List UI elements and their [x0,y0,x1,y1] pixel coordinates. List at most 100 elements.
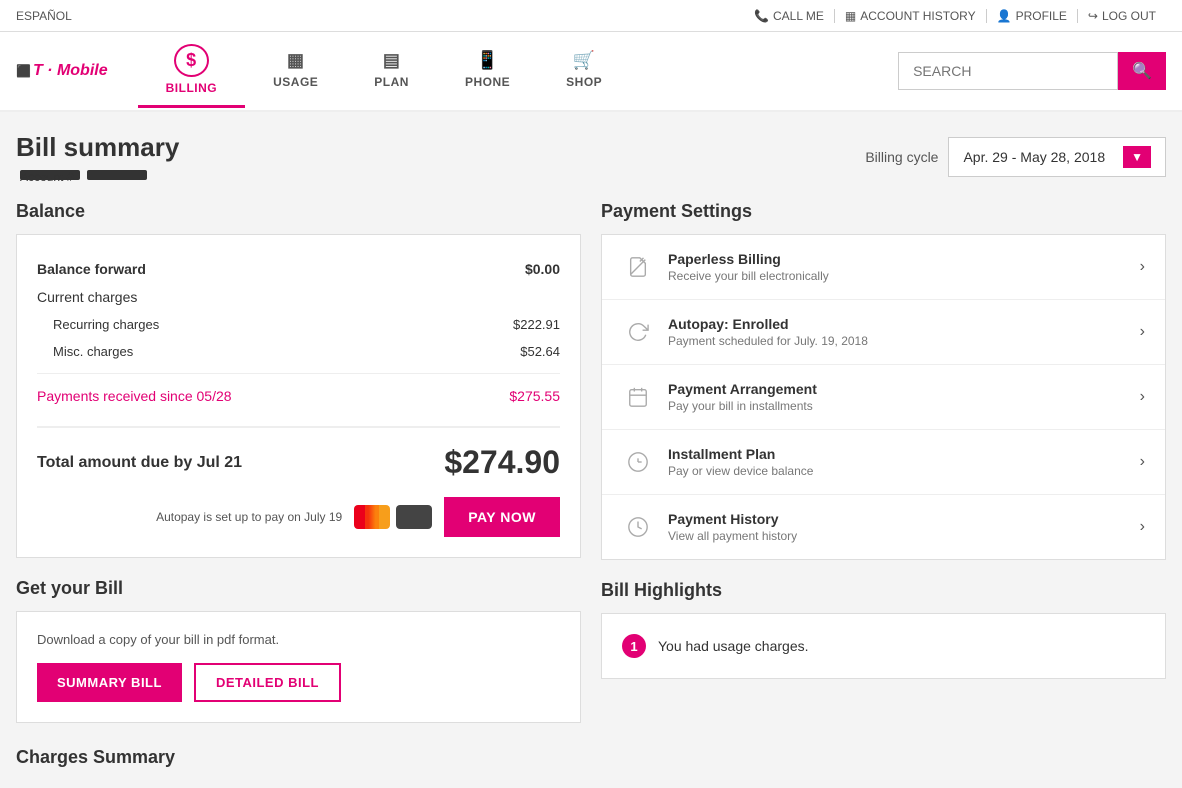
history-clock-icon [622,511,654,543]
language-switcher[interactable]: ESPAÑOL [16,9,72,23]
balance-section-title: Balance [16,201,581,222]
bill-buttons: SUMMARY BILL DETAILED BILL [37,663,560,702]
profile-icon: 👤 [997,9,1012,23]
paperless-chevron-icon: › [1140,258,1145,276]
arrangement-content: Payment Arrangement Pay your bill in ins… [668,381,1140,413]
mastercard-icon [354,505,390,529]
card-icons [354,505,432,529]
tmobile-logo: ⬛ T · Mobile [16,62,108,80]
account-history-label: ACCOUNT HISTORY [860,9,975,23]
history-desc: View all payment history [668,529,1140,543]
main-two-col: Balance Balance forward $0.00 Current ch… [16,201,1166,768]
arrangement-icon [622,381,654,413]
history-icon: ▦ [845,9,856,23]
phone-icon: 📱 [476,50,499,71]
installment-desc: Pay or view device balance [668,464,1140,478]
current-charges-label: Current charges [37,289,137,305]
get-bill-desc: Download a copy of your bill in pdf form… [37,632,560,647]
payment-settings-section: Payment Settings [601,201,1166,560]
payments-label: Payments received since 05/28 [37,388,232,404]
billing-cycle-dropdown[interactable]: Apr. 29 - May 28, 2018 ▼ [948,137,1166,177]
usage-label: USAGE [273,75,318,89]
shop-label: SHOP [566,75,602,89]
usage-icon: ▦ [287,50,305,71]
paperless-title: Paperless Billing [668,251,1140,267]
page-title-section: Bill summary Account # [16,132,179,181]
search-button[interactable]: 🔍 [1118,52,1166,90]
recurring-charges-row: Recurring charges $222.91 [37,311,560,338]
misc-charges-value: $52.64 [520,344,560,359]
recurring-charges-label: Recurring charges [53,317,159,332]
logout-btn[interactable]: ↪ LOG OUT [1078,9,1166,23]
highlight-item: 1 You had usage charges. [622,634,1145,658]
nav-items: $ BILLING ▦ USAGE ▤ PLAN 📱 PHONE 🛒 SHOP [138,34,898,108]
top-bar: ESPAÑOL 📞 CALL ME ▦ ACCOUNT HISTORY 👤 PR… [0,0,1182,32]
profile-btn[interactable]: 👤 PROFILE [987,9,1078,23]
highlight-badge: 1 [622,634,646,658]
paperless-content: Paperless Billing Receive your bill elec… [668,251,1140,283]
nav-plan[interactable]: ▤ PLAN [346,34,437,108]
nav-billing[interactable]: $ BILLING [138,34,246,108]
nav-phone[interactable]: 📱 PHONE [437,34,538,108]
charges-summary-title: Charges Summary [16,747,581,768]
page-header: Bill summary Account # Billing cycle Apr… [16,132,1166,181]
language-label[interactable]: ESPAÑOL [16,9,72,23]
total-amount: $274.90 [444,444,560,481]
paperless-billing-item[interactable]: Paperless Billing Receive your bill elec… [602,235,1165,300]
billing-cycle-selector[interactable]: Billing cycle Apr. 29 - May 28, 2018 ▼ [865,137,1166,177]
highlights-card: 1 You had usage charges. [601,613,1166,679]
billing-cycle-value: Apr. 29 - May 28, 2018 [963,149,1105,165]
get-bill-card: Download a copy of your bill in pdf form… [16,611,581,723]
installment-icon [622,446,654,478]
call-me-label: CALL ME [773,9,824,23]
history-content: Payment History View all payment history [668,511,1140,543]
pay-now-button[interactable]: PAY NOW [444,497,560,537]
nav-shop[interactable]: 🛒 SHOP [538,34,630,108]
page-content: Bill summary Account # Billing cycle Apr… [0,112,1182,788]
billing-icon: $ [186,50,197,70]
payment-history-item[interactable]: Payment History View all payment history… [602,495,1165,559]
autopay-title: Autopay: Enrolled [668,316,1140,332]
account-number: Account # [16,167,179,181]
installment-title: Installment Plan [668,446,1140,462]
current-charges-row: Current charges [37,283,560,311]
recurring-charges-value: $222.91 [513,317,560,332]
call-me-btn[interactable]: 📞 CALL ME [744,9,835,23]
shop-icon: 🛒 [573,50,596,71]
highlight-text: You had usage charges. [658,638,809,654]
arrangement-desc: Pay your bill in installments [668,399,1140,413]
arrangement-chevron-icon: › [1140,388,1145,406]
card-dark-icon [396,505,432,529]
search-input[interactable] [898,52,1118,90]
misc-charges-row: Misc. charges $52.64 [37,338,560,365]
balance-forward-value: $0.00 [525,261,560,277]
highlights-title: Bill Highlights [601,580,1166,601]
billing-circle: $ [174,44,209,77]
charges-summary: Charges Summary [16,747,581,768]
installment-chevron-icon: › [1140,453,1145,471]
get-bill-section: Get your Bill Download a copy of your bi… [16,578,581,723]
summary-bill-button[interactable]: SUMMARY BILL [37,663,182,702]
history-chevron-icon: › [1140,518,1145,536]
phone-label: PHONE [465,75,510,89]
autopay-item[interactable]: Autopay: Enrolled Payment scheduled for … [602,300,1165,365]
installment-plan-item[interactable]: Installment Plan Pay or view device bala… [602,430,1165,495]
nav-usage[interactable]: ▦ USAGE [245,34,346,108]
misc-charges-label: Misc. charges [53,344,133,359]
billing-cycle-label: Billing cycle [865,149,938,165]
account-history-btn[interactable]: ▦ ACCOUNT HISTORY [835,9,987,23]
nav-bar: ⬛ T · Mobile $ BILLING ▦ USAGE ▤ PLAN 📱 … [0,32,1182,112]
left-column: Balance Balance forward $0.00 Current ch… [16,201,581,768]
payment-arrangement-item[interactable]: Payment Arrangement Pay your bill in ins… [602,365,1165,430]
highlights-section: Bill Highlights 1 You had usage charges. [601,580,1166,679]
balance-card: Balance forward $0.00 Current charges Re… [16,234,581,558]
get-bill-title: Get your Bill [16,578,581,599]
autopay-chevron-icon: › [1140,323,1145,341]
plan-icon: ▤ [383,50,401,71]
logout-label: LOG OUT [1102,9,1156,23]
balance-forward-row: Balance forward $0.00 [37,255,560,283]
balance-section: Balance Balance forward $0.00 Current ch… [16,201,581,558]
detailed-bill-button[interactable]: DETAILED BILL [194,663,341,702]
installment-content: Installment Plan Pay or view device bala… [668,446,1140,478]
plan-label: PLAN [374,75,409,89]
